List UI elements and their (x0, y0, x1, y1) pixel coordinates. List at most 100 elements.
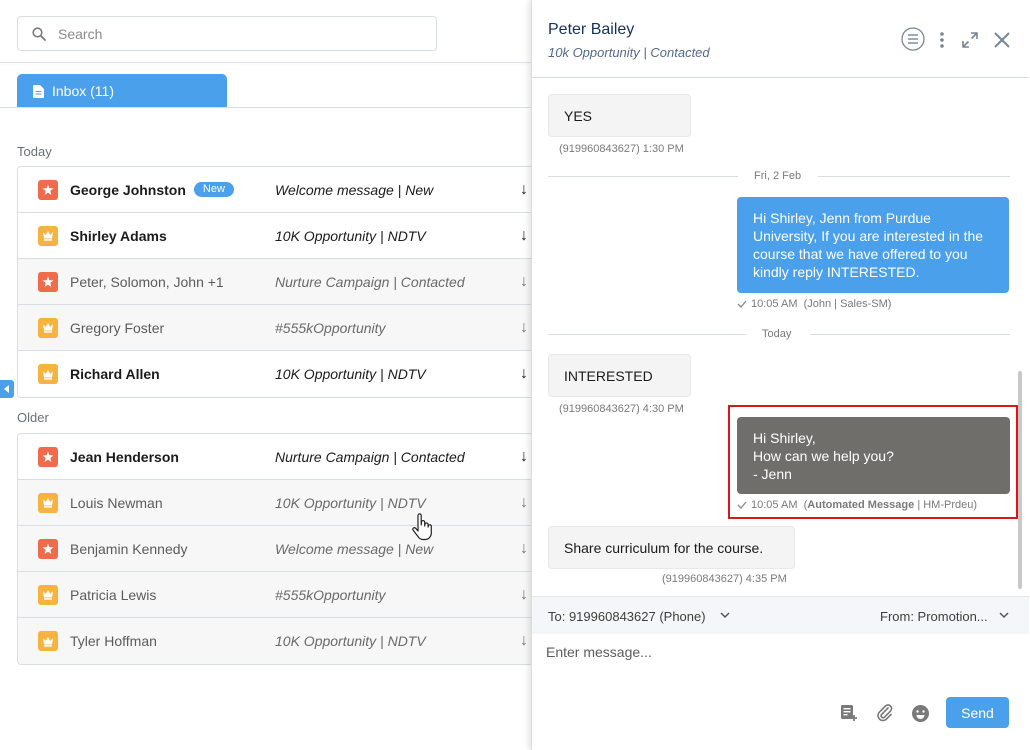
from-selector[interactable]: From: Promotion... (880, 609, 988, 624)
lead-row[interactable]: George Johnston New Welcome message | New ↓ (18, 167, 540, 213)
chevron-down-icon[interactable] (999, 612, 1009, 619)
lead-name: Jean Henderson (70, 449, 276, 465)
document-icon (33, 84, 44, 98)
arrow-down-icon[interactable]: ↓ (520, 319, 528, 337)
lead-row[interactable]: Jean Henderson Nurture Campaign | Contact… (18, 434, 540, 480)
crown-icon (38, 225, 58, 246)
crown-icon (38, 631, 58, 651)
contact-name: Peter Bailey (548, 21, 635, 38)
lead-name: Peter, Solomon, John +1 (70, 274, 276, 290)
meta-time: 10:05 AM (751, 298, 798, 310)
date-divider: Fri, 2 Feb (548, 170, 1010, 182)
crown-icon (38, 317, 58, 338)
lead-name-text: Louis Newman (70, 494, 163, 511)
today-list: George Johnston New Welcome message | New ↓… (17, 166, 540, 398)
arrow-down-icon[interactable]: ↓ (520, 632, 528, 650)
lead-name-text: Patricia Lewis (70, 586, 157, 603)
message-input[interactable] (546, 644, 1016, 684)
emoji-icon[interactable] (911, 704, 930, 723)
lead-name: Patricia Lewis (70, 587, 276, 603)
more-options-icon[interactable] (939, 31, 945, 49)
search-icon (32, 27, 46, 41)
lead-name: Tyler Hoffman (70, 633, 276, 649)
lead-subject: Nurture Campaign | Contacted (275, 448, 465, 465)
arrow-down-icon[interactable]: ↓ (520, 273, 528, 291)
collapse-toggle[interactable] (0, 380, 14, 398)
lead-subject: 10K Opportunity | NDTV (275, 494, 426, 511)
lead-subject: Welcome message | New (275, 181, 434, 198)
tab-divider (0, 107, 540, 108)
caret-left-icon (4, 385, 9, 393)
star-icon (38, 446, 58, 467)
lead-row[interactable]: Benjamin Kennedy Welcome message | New ↓ (18, 526, 540, 572)
lead-row[interactable]: Shirley Adams 10K Opportunity | NDTV ↓ (18, 213, 540, 259)
to-selector[interactable]: To: 919960843627 (Phone) (548, 609, 706, 624)
section-older-label: Older (17, 410, 49, 425)
star-icon (38, 271, 58, 292)
template-icon[interactable] (840, 704, 858, 722)
lead-row[interactable]: Richard Allen 10K Opportunity | NDTV ↓ (18, 351, 540, 397)
lead-row[interactable]: Peter, Solomon, John +1 Nurture Campaign … (18, 259, 540, 305)
section-today-label: Today (17, 144, 52, 159)
arrow-down-icon[interactable]: ↓ (520, 448, 528, 466)
lead-subject: 10K Opportunity | NDTV (275, 227, 426, 244)
highlight-box (728, 405, 1018, 519)
header-divider (0, 62, 540, 63)
meta-sender: (John | Sales-SM) (803, 298, 892, 310)
lead-name: Shirley Adams (70, 228, 276, 244)
lead-name-text: Tyler Hoffman (70, 633, 157, 649)
conversation-panel: Peter Bailey 10k Opportunity | Contacted… (531, 0, 1030, 750)
message-meta: 10:05 AM (John | Sales-SM) (737, 298, 891, 310)
lead-name-text: Jean Henderson (70, 448, 179, 465)
lead-row[interactable]: Patricia Lewis #555kOpportunity ↓ (18, 572, 540, 618)
close-icon[interactable] (993, 31, 1011, 49)
search-box[interactable] (17, 16, 437, 51)
crown-icon (38, 584, 58, 605)
expand-icon[interactable] (961, 31, 979, 49)
message-text: YES (564, 107, 593, 124)
arrow-down-icon[interactable]: ↓ (520, 540, 528, 558)
chevron-down-icon[interactable] (720, 612, 730, 619)
thread-scrollbar[interactable] (1018, 371, 1022, 589)
compose-options-bar: To: 919960843627 (Phone) From: Promotion… (532, 596, 1029, 634)
lead-row[interactable]: Tyler Hoffman 10K Opportunity | NDTV ↓ (18, 618, 540, 664)
check-icon (737, 300, 747, 309)
list-icon[interactable] (901, 27, 925, 51)
lead-name-text: George Johnston (70, 181, 186, 198)
message-meta: (919960843627) 4:30 PM (559, 403, 684, 415)
lead-name-text: Benjamin Kennedy (70, 540, 188, 557)
lead-row[interactable]: Gregory Foster #555kOpportunity ↓ (18, 305, 540, 351)
lead-row[interactable]: Louis Newman 10K Opportunity | NDTV ↓ (18, 480, 540, 526)
incoming-message: YES (548, 94, 691, 137)
tab-inbox[interactable]: Inbox (11) (17, 74, 227, 108)
search-input[interactable] (58, 17, 428, 50)
lead-list-panel: Inbox (11) Today George Johnston New Welco… (0, 0, 540, 750)
star-icon (38, 538, 58, 559)
lead-name: George Johnston New (70, 182, 276, 198)
older-list: Jean Henderson Nurture Campaign | Contact… (17, 433, 540, 665)
message-meta: (919960843627) 1:30 PM (559, 143, 684, 155)
message-thread: YES (919960843627) 1:30 PM Fri, 2 Feb Hi… (532, 79, 1029, 596)
star-icon (38, 179, 58, 200)
incoming-message: INTERESTED (548, 354, 691, 397)
lead-name: Gregory Foster (70, 320, 276, 336)
lead-subject: 10K Opportunity | NDTV (275, 633, 426, 649)
arrow-down-icon[interactable]: ↓ (520, 586, 528, 604)
lead-name: Benjamin Kennedy (70, 541, 276, 557)
arrow-down-icon[interactable]: ↓ (520, 227, 528, 245)
crown-icon (38, 364, 58, 384)
lead-subject: #555kOpportunity (275, 319, 386, 336)
lead-name-text: Richard Allen (70, 366, 160, 382)
tab-inbox-label: Inbox (11) (52, 83, 114, 99)
date-label: Fri, 2 Feb (754, 170, 802, 182)
arrow-down-icon[interactable]: ↓ (520, 365, 528, 383)
arrow-down-icon[interactable]: ↓ (520, 494, 528, 512)
attachment-icon[interactable] (876, 704, 894, 722)
message-text: Hi Shirley, Jenn from Purdue University,… (753, 210, 984, 280)
new-badge: New (193, 182, 234, 197)
arrow-down-icon[interactable]: ↓ (520, 181, 528, 199)
date-label: Today (762, 328, 792, 340)
send-button[interactable]: Send (946, 697, 1009, 728)
compose-area: Send (532, 634, 1029, 750)
lead-name: Louis Newman (70, 495, 276, 511)
